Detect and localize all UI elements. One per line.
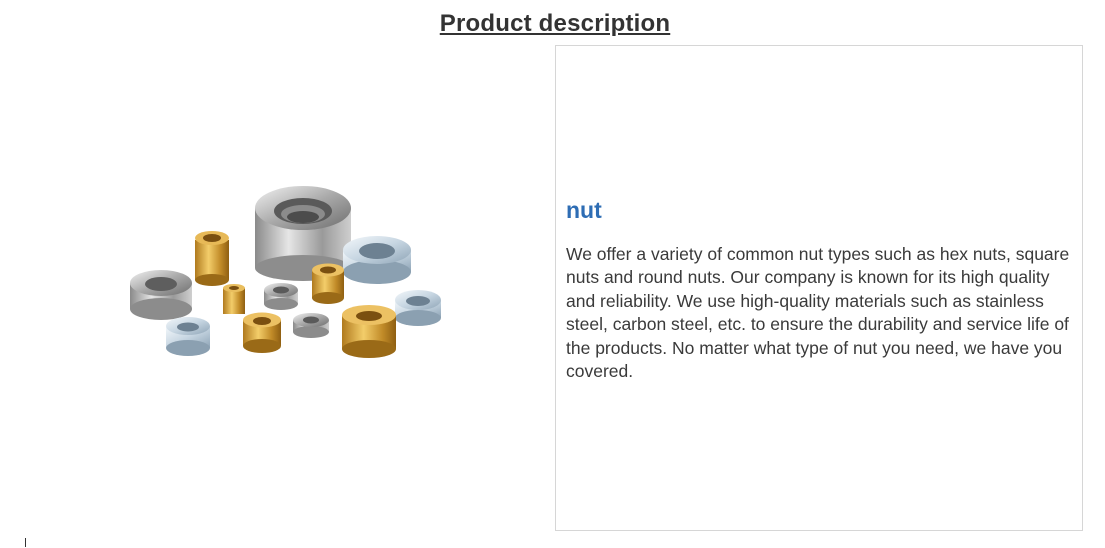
page-title: Product description (439, 10, 671, 37)
steel-nut-left (130, 270, 192, 320)
product-image (40, 120, 520, 440)
brass-insert-small (223, 284, 245, 314)
steel-nut-small-bottom (293, 313, 329, 338)
zinc-nut-bottom-left (166, 317, 210, 356)
nuts-illustration (130, 186, 441, 358)
text-cursor-marker (25, 538, 26, 547)
brass-insert-top (195, 231, 229, 286)
brass-insert-right (312, 263, 344, 304)
steel-nut-small-center (264, 283, 298, 310)
product-name: nut (566, 197, 602, 223)
zinc-nut-right-top (343, 236, 411, 284)
brass-insert-bottom-left (243, 312, 281, 353)
zinc-nut-right (395, 290, 441, 326)
brass-insert-bottom-right (342, 305, 396, 358)
product-description: We offer a variety of common nut types s… (566, 244, 1070, 382)
product-info-panel: nut We offer a variety of common nut typ… (555, 45, 1083, 531)
